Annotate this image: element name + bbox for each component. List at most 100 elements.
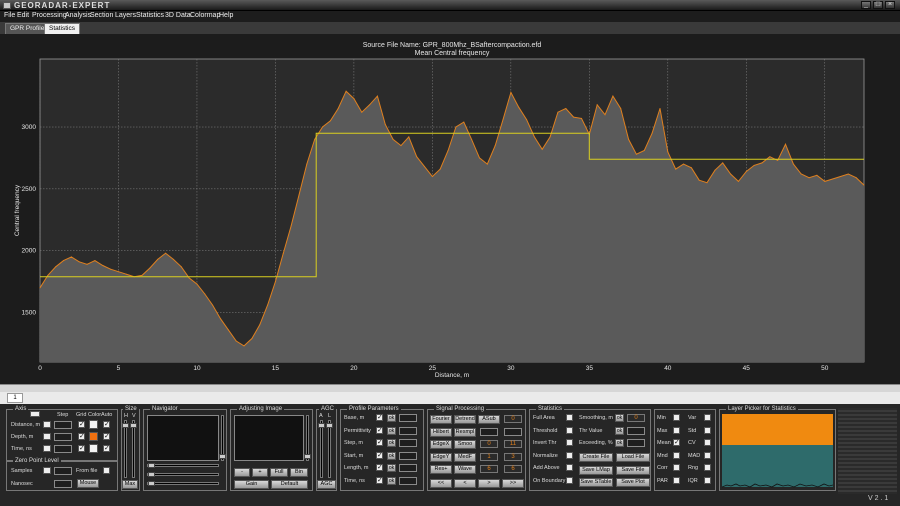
menu-analysis[interactable]: Analysis xyxy=(65,12,91,19)
time-ok-toggle[interactable] xyxy=(43,445,51,452)
profile-param-ok-button[interactable]: ok xyxy=(387,464,396,472)
profile-param-input[interactable] xyxy=(399,414,417,422)
metric-checkbox[interactable] xyxy=(704,464,711,471)
sp-empty-field[interactable] xyxy=(480,427,498,436)
mouse-button[interactable]: Mouse xyxy=(77,479,99,488)
profile-param-ok-button[interactable]: ok xyxy=(387,414,396,422)
depth-grid-checkbox[interactable] xyxy=(78,432,85,440)
depth-color-swatch[interactable] xyxy=(89,432,98,441)
stat-option-checkbox[interactable] xyxy=(566,426,573,434)
sp-button-resmpl[interactable]: Resmpl xyxy=(454,427,476,437)
distance-auto-checkbox[interactable] xyxy=(103,420,110,428)
metric-checkbox[interactable] xyxy=(673,426,680,434)
tab-gpr-profile[interactable]: GPR Profile xyxy=(5,23,50,34)
stat-option-checkbox[interactable] xyxy=(566,476,573,484)
stat-option-checkbox[interactable] xyxy=(566,439,573,446)
metric-checkbox[interactable] xyxy=(704,414,711,421)
default-button[interactable]: Default xyxy=(271,480,308,489)
metric-checkbox[interactable] xyxy=(673,438,680,446)
agc-button[interactable]: AGC xyxy=(317,480,336,489)
samples-input[interactable] xyxy=(54,467,72,475)
profile-param-ok-button[interactable]: ok xyxy=(387,426,396,435)
size-v-slider[interactable] xyxy=(130,420,137,478)
time-step-input[interactable] xyxy=(54,445,72,453)
time-grid-checkbox[interactable] xyxy=(78,444,85,452)
size-max-button[interactable]: Max xyxy=(122,480,138,489)
menu-help[interactable]: Help xyxy=(219,12,233,19)
stat-option-checkbox[interactable] xyxy=(566,414,573,421)
metric-checkbox[interactable] xyxy=(704,439,711,446)
from-file-checkbox[interactable] xyxy=(103,467,110,474)
sp-button-fourier[interactable]: Fourier xyxy=(430,415,452,424)
navigator-h-slider-1[interactable] xyxy=(147,463,219,468)
stat-load-file-button[interactable]: Load File xyxy=(616,453,650,462)
stat-option-checkbox[interactable] xyxy=(566,464,573,471)
distance-color-swatch[interactable] xyxy=(89,420,98,429)
profile-param-checkbox[interactable] xyxy=(376,476,383,484)
metric-checkbox[interactable] xyxy=(704,426,711,434)
profile-param-checkbox[interactable] xyxy=(376,463,383,471)
size-h-slider[interactable] xyxy=(122,420,129,478)
page-tab-1[interactable]: 1 xyxy=(7,393,23,403)
sp-button-asub[interactable]: ASub xyxy=(478,415,500,424)
menu-edit[interactable]: Edit xyxy=(17,12,29,19)
profile-param-input[interactable] xyxy=(399,426,417,435)
sp-value-field[interactable]: 11 xyxy=(504,440,522,448)
profile-param-checkbox[interactable] xyxy=(376,413,383,421)
profile-param-input[interactable] xyxy=(399,451,417,460)
nanosec-input[interactable] xyxy=(54,480,72,488)
samples-ok-toggle[interactable] xyxy=(43,467,51,474)
time-color-swatch[interactable] xyxy=(89,444,98,453)
depth-auto-checkbox[interactable] xyxy=(103,432,110,440)
stat-param-input[interactable] xyxy=(627,439,645,447)
sp-nav-button[interactable]: > xyxy=(478,479,500,488)
tab-statistics[interactable]: Statistics xyxy=(44,23,81,34)
profile-param-ok-button[interactable]: ok xyxy=(387,439,396,447)
distance-grid-checkbox[interactable] xyxy=(78,420,85,428)
stat-param-ok-button[interactable]: ok xyxy=(615,439,624,447)
stat-save-stable-button[interactable]: Save STable xyxy=(579,478,613,487)
stat-option-checkbox[interactable] xyxy=(566,451,573,459)
smoothing-value[interactable]: 0 xyxy=(627,414,645,422)
profile-param-checkbox[interactable] xyxy=(376,451,383,459)
sp-button-edgex[interactable]: EdgeX xyxy=(430,440,452,449)
profile-param-input[interactable] xyxy=(399,464,417,472)
axis-units-dropdown[interactable] xyxy=(30,411,40,417)
sp-nav-button[interactable]: < xyxy=(454,479,476,488)
menu-layers[interactable]: Layers xyxy=(115,12,136,19)
sp-button-hilbert[interactable]: Hilbert xyxy=(430,427,452,437)
navigator-h-slider-2[interactable] xyxy=(147,472,219,477)
sp-nav-button[interactable]: >> xyxy=(502,479,524,488)
stat-create-file-button[interactable]: Create File xyxy=(579,453,613,462)
navigator-v-slider[interactable] xyxy=(219,415,226,461)
gain-button[interactable]: Gain xyxy=(234,480,269,489)
sp-button-res[interactable]: Res+ xyxy=(430,465,452,474)
sp-button-medf[interactable]: MedF xyxy=(454,452,476,462)
metric-checkbox[interactable] xyxy=(673,464,680,471)
metric-checkbox[interactable] xyxy=(704,451,711,459)
sp-value-field[interactable]: 0 xyxy=(504,415,522,423)
sp-value-field[interactable]: 6 xyxy=(504,465,522,473)
agc-a-slider[interactable] xyxy=(318,420,325,478)
metric-checkbox[interactable] xyxy=(704,476,711,484)
menu-file[interactable]: File xyxy=(4,12,15,19)
maximize-icon[interactable]: □ xyxy=(873,1,883,9)
profile-param-input[interactable] xyxy=(399,476,417,485)
minimize-icon[interactable]: _ xyxy=(861,1,871,9)
stat-save-plot-button[interactable]: Save Plot xyxy=(616,478,650,487)
menu-3d-data[interactable]: 3D Data xyxy=(165,12,191,19)
stat-param-input[interactable] xyxy=(627,426,645,435)
stat-param-ok-button[interactable]: ok xyxy=(615,414,624,422)
profile-param-checkbox[interactable] xyxy=(376,426,383,434)
sp-button-smoo[interactable]: Smoo xyxy=(454,440,476,449)
sp-nav-button[interactable]: << xyxy=(430,479,452,488)
horizontal-scrollbar[interactable] xyxy=(0,384,900,392)
sp-button-detrend[interactable]: Detrend xyxy=(454,415,476,424)
stat-save-lmap-button[interactable]: Save LMap xyxy=(579,465,613,475)
stat-param-ok-button[interactable]: ok xyxy=(615,426,624,435)
layer-top-band[interactable] xyxy=(722,414,833,445)
sp-value-field[interactable]: 3 xyxy=(504,452,522,461)
sp-value-field[interactable]: 0 xyxy=(480,440,498,448)
sp-button-wave[interactable]: Wave xyxy=(454,465,476,474)
bin-button[interactable]: Bin xyxy=(290,468,308,477)
